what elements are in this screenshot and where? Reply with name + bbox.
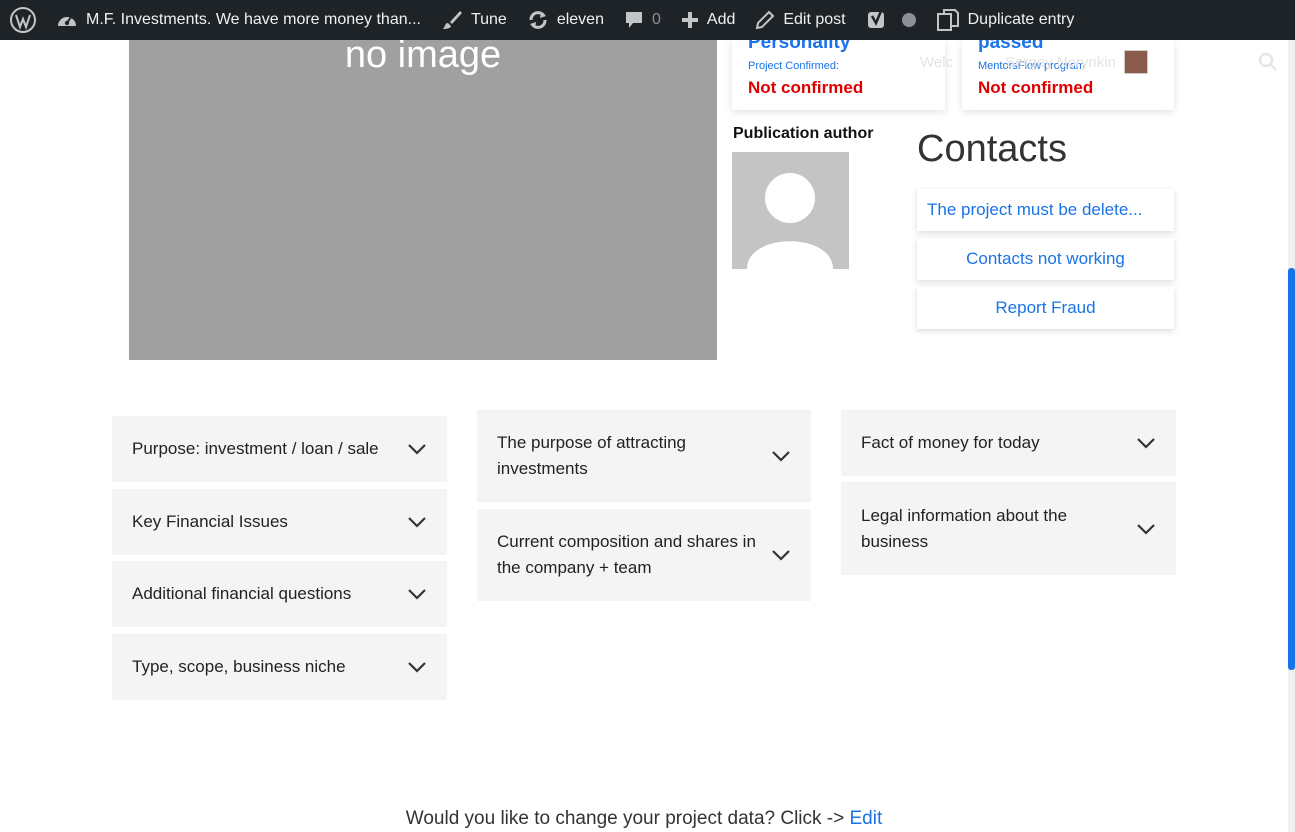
accordion-legal-information[interactable]: Legal information about the business <box>841 482 1176 575</box>
contacts-heading: Contacts <box>917 128 1067 170</box>
author-avatar[interactable] <box>732 152 849 269</box>
card-status: Not confirmed <box>978 78 1094 97</box>
card-subtitle: Project Confirmed: <box>748 60 840 72</box>
seo-status-dot-icon <box>901 13 916 27</box>
site-name-link[interactable]: M.F. Investments. We have more money tha… <box>46 0 431 40</box>
plus-icon <box>681 11 699 29</box>
welcome-text: Welc <box>920 53 954 71</box>
admin-bar: M.F. Investments. We have more money tha… <box>0 0 1295 40</box>
user-name-link[interactable]: Sergey Norynkin <box>1005 54 1116 71</box>
chevron-down-icon <box>772 451 790 462</box>
accordion-label: Key Financial Issues <box>132 512 288 531</box>
comments-count: 0 <box>651 11 661 28</box>
wordpress-logo-button[interactable] <box>0 0 46 40</box>
refresh-icon <box>527 9 549 31</box>
chevron-down-icon <box>408 517 426 528</box>
chevron-down-icon <box>772 550 790 561</box>
customize-label: Tune <box>470 11 507 28</box>
personality-status-card: Personality Project Confirmed: Not confi… <box>732 32 945 110</box>
pencil-icon <box>755 10 775 30</box>
comments-link[interactable]: 0 <box>614 0 671 40</box>
user-avatar[interactable] <box>1123 50 1148 74</box>
project-delete-button[interactable]: The project must be delete... <box>917 189 1174 231</box>
default-avatar-icon <box>732 152 849 269</box>
updates-link[interactable]: eleven <box>517 0 614 40</box>
duplicate-icon <box>936 8 960 32</box>
accordion-business-niche[interactable]: Type, scope, business niche <box>112 634 447 700</box>
accordion-key-financial[interactable]: Key Financial Issues <box>112 489 447 555</box>
edit-link[interactable]: Edit <box>850 808 883 829</box>
chevron-down-icon <box>408 662 426 673</box>
accordion-label: Additional financial questions <box>132 584 352 603</box>
chevron-down-icon <box>1137 438 1155 449</box>
brush-icon <box>441 9 463 31</box>
report-fraud-button[interactable]: Report Fraud <box>917 287 1174 329</box>
yoast-seo-menu[interactable] <box>856 0 926 40</box>
change-data-prompt: Would you like to change your project da… <box>0 808 1288 830</box>
accordion-label: Current composition and shares in the co… <box>497 532 756 577</box>
contacts-not-working-button[interactable]: Contacts not working <box>917 238 1174 280</box>
scrollbar-thumb[interactable] <box>1288 268 1295 670</box>
chevron-down-icon <box>1137 523 1155 535</box>
search-icon[interactable] <box>1258 52 1278 77</box>
site-title: M.F. Investments. We have more money tha… <box>86 11 421 28</box>
dashboard-icon <box>56 10 78 30</box>
publication-author-heading: Publication author <box>733 125 874 142</box>
accordion-label: Type, scope, business niche <box>132 657 346 676</box>
duplicate-entry-link[interactable]: Duplicate entry <box>926 0 1085 40</box>
yoast-icon <box>866 9 888 31</box>
customize-link[interactable]: Tune <box>431 0 517 40</box>
site-header-user: Welc Sergey Norynkin <box>920 48 1148 76</box>
accordion-additional-financial[interactable]: Additional financial questions <box>112 561 447 627</box>
accordion-label: Legal information about the business <box>861 505 1068 551</box>
edit-post-label: Edit post <box>783 11 846 28</box>
accordion-label: The purpose of attracting investments <box>497 433 687 478</box>
accordion-money-today[interactable]: Fact of money for today <box>841 410 1176 476</box>
card-status: Not confirmed <box>748 78 864 97</box>
accordion-label: Purpose: investment / loan / sale <box>132 439 379 458</box>
accordion-composition-shares[interactable]: Current composition and shares in the co… <box>477 509 811 601</box>
change-data-text: Would you like to change your project da… <box>405 808 850 829</box>
accordion-purpose[interactable]: Purpose: investment / loan / sale <box>112 416 447 482</box>
edit-post-link[interactable]: Edit post <box>745 0 855 40</box>
chevron-down-icon <box>408 444 426 455</box>
accordion-label: Fact of money for today <box>861 433 1040 452</box>
no-image-text: no image <box>344 34 502 76</box>
chevron-down-icon <box>408 589 426 600</box>
accordion-attracting-investments[interactable]: The purpose of attracting investments <box>477 410 811 502</box>
add-new-link[interactable]: Add <box>671 0 745 40</box>
wordpress-icon <box>10 7 36 33</box>
updates-count: eleven <box>556 11 604 28</box>
project-image-placeholder: no image <box>129 34 717 360</box>
duplicate-label: Duplicate entry <box>967 11 1075 28</box>
add-label: Add <box>706 11 736 28</box>
comment-icon <box>624 10 644 30</box>
